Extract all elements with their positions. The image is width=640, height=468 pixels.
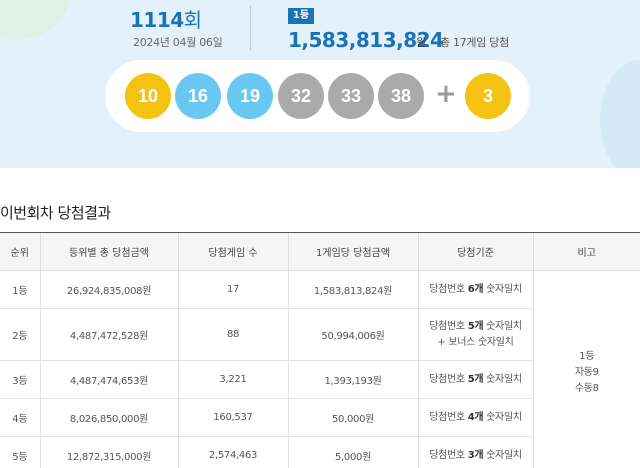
per-game-cell: 50,994,006원	[287, 308, 418, 361]
col-header-remark: 비고	[532, 232, 640, 271]
rank-cell: 1등	[0, 270, 40, 309]
prize-unit: 원	[416, 36, 427, 49]
games-cell: 17	[177, 270, 288, 309]
table-row: 1등 26,924,835,008원 17 1,583,813,824원 당첨번…	[0, 270, 640, 468]
rank-badge: 1등	[288, 8, 314, 24]
table-header-row: 순위 등위별 총 당첨금액 당첨게임 수 1게임당 당첨금액 당첨기준 비고	[0, 232, 640, 271]
per-game-cell: 1,393,193원	[287, 360, 418, 399]
games-cell: 2,574,463	[177, 436, 288, 468]
per-game-cell: 1,583,813,824원	[287, 270, 418, 309]
per-game-cell: 50,000원	[287, 398, 418, 437]
round-number: 1114회	[130, 8, 202, 32]
criteria-cell: 당첨번호 5개 숫자일치	[417, 360, 533, 399]
lotto-ball: 19	[227, 73, 273, 119]
criteria-cell: 당첨번호 6개 숫자일치	[417, 270, 533, 309]
draw-banner: 1114회 2024년 04월 06일 1등 1,583,813,824 원 총…	[0, 0, 640, 168]
rank-cell: 5등	[0, 436, 40, 468]
lotto-ball: 38	[378, 73, 424, 119]
decorative-blob	[0, 0, 70, 40]
draw-date: 2024년 04월 06일	[133, 36, 223, 49]
rank-cell: 3등	[0, 360, 40, 399]
games-cell: 88	[177, 308, 288, 361]
results-title: 이번회차 당첨결과	[0, 204, 111, 222]
total-cell: 8,026,850,000원	[39, 398, 178, 437]
lotto-ball: 32	[278, 73, 324, 119]
bonus-ball: 3	[465, 73, 511, 119]
col-header-rank: 순위	[0, 232, 40, 271]
col-header-per-game: 1게임당 당첨금액	[287, 232, 418, 271]
col-header-criteria: 당첨기준	[417, 232, 533, 271]
per-game-cell: 5,000원	[287, 436, 418, 468]
results-table: 순위 등위별 총 당첨금액 당첨게임 수 1게임당 당첨금액 당첨기준 비고 1…	[0, 232, 640, 468]
total-cell: 4,487,474,653원	[39, 360, 178, 399]
lotto-ball: 16	[175, 73, 221, 119]
games-cell: 3,221	[177, 360, 288, 399]
total-cell: 4,487,472,528원	[39, 308, 178, 361]
games-cell: 160,537	[177, 398, 288, 437]
criteria-cell: 당첨번호 3개 숫자일치	[417, 436, 533, 468]
col-header-games: 당첨게임 수	[177, 232, 288, 271]
decorative-blob	[600, 60, 640, 168]
criteria-cell: 당첨번호 5개 숫자일치 + 보너스 숫자일치	[417, 308, 533, 361]
lotto-ball: 33	[328, 73, 374, 119]
total-cell: 12,872,315,000원	[39, 436, 178, 468]
remark-cell: 1등 자동9 수동8	[532, 270, 640, 468]
criteria-cell: 당첨번호 4개 숫자일치	[417, 398, 533, 437]
col-header-total: 등위별 총 당첨금액	[39, 232, 178, 271]
total-cell: 26,924,835,008원	[39, 270, 178, 309]
rank-cell: 4등	[0, 398, 40, 437]
divider	[250, 6, 251, 50]
rank-cell: 2등	[0, 308, 40, 361]
lotto-ball: 10	[125, 73, 171, 119]
winner-count: 총 17게임 당첨	[440, 36, 509, 49]
plus-sign: +	[435, 79, 457, 109]
winning-numbers: 10 16 19 32 33 38 + 3	[105, 60, 530, 132]
